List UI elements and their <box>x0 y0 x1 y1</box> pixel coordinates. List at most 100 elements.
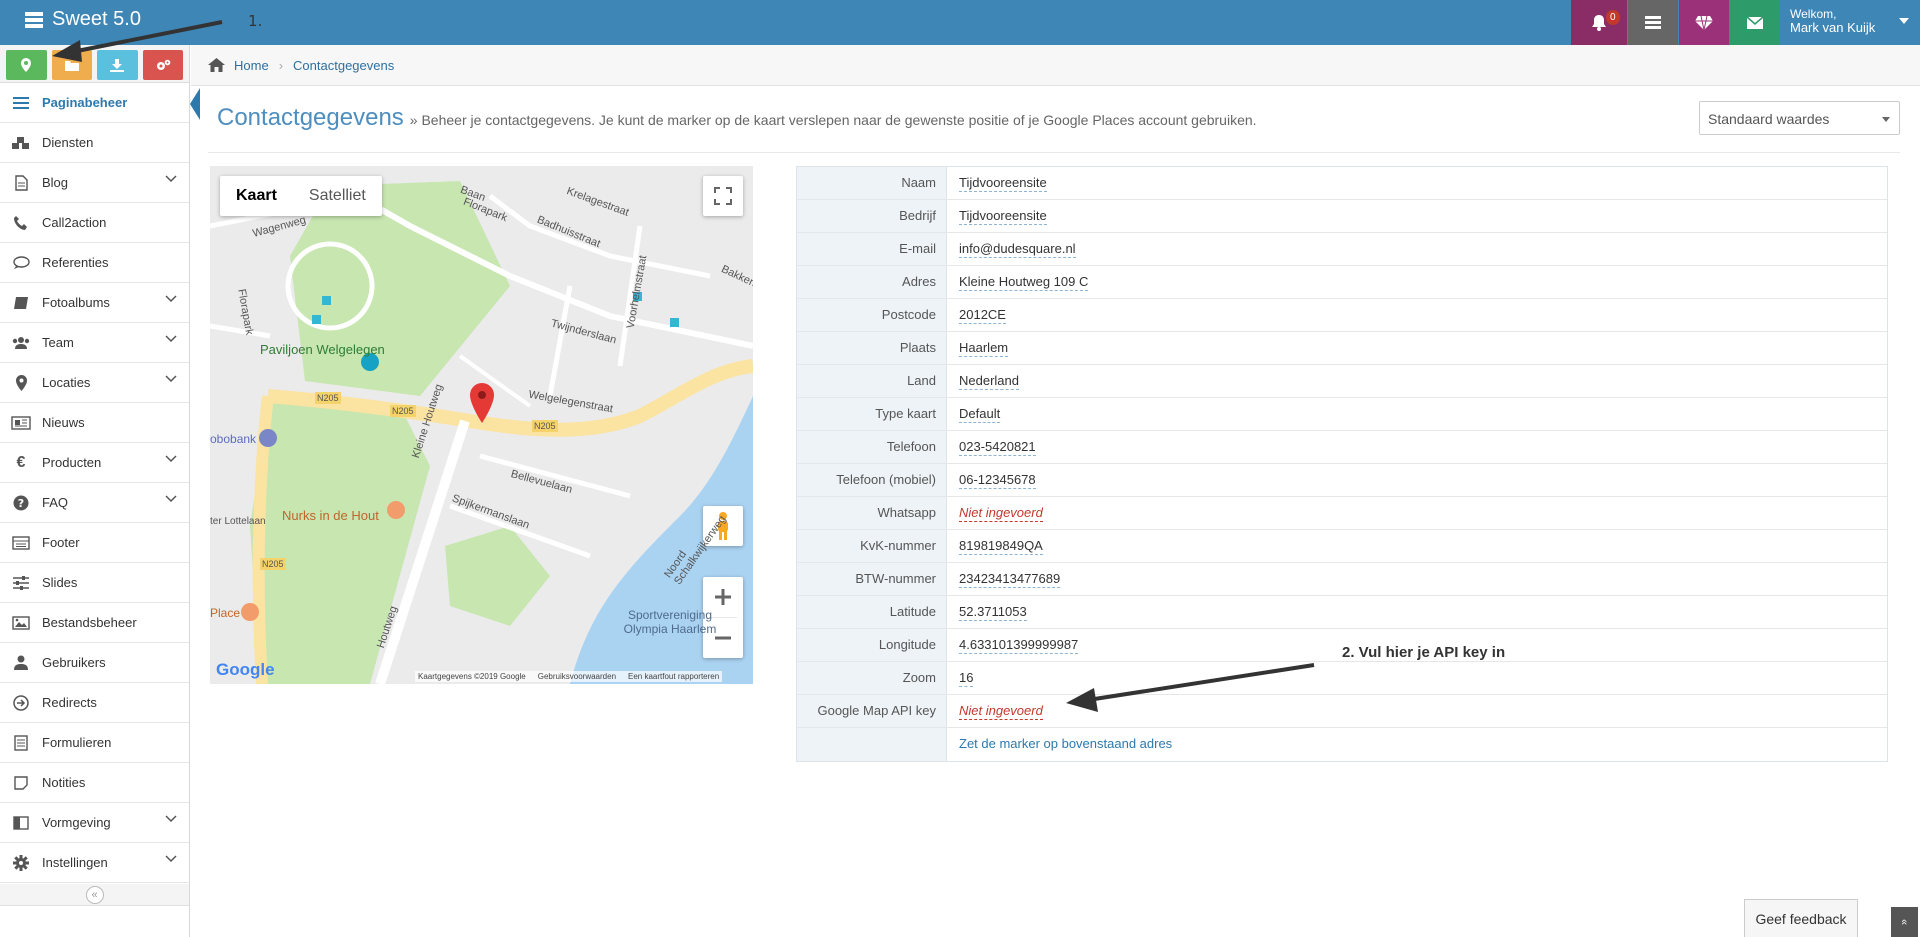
editable-value[interactable]: Default <box>959 406 1001 423</box>
map-report-link[interactable]: Een kaartfout rapporteren <box>628 672 719 681</box>
notifications-button[interactable]: 0 <box>1571 0 1627 45</box>
bell-icon <box>1592 15 1606 31</box>
map-marker-pin-icon[interactable] <box>470 383 494 423</box>
editable-value[interactable]: info@dudesquare.nl <box>959 241 1076 258</box>
editable-value[interactable]: 819819849QA <box>959 538 1043 555</box>
row-label-empty <box>797 728 947 761</box>
quick-settings-button[interactable] <box>142 50 183 80</box>
sidebar-item-label: Slides <box>42 575 78 590</box>
editable-value[interactable]: 23423413477689 <box>959 571 1061 588</box>
row-value[interactable]: Niet ingevoerd <box>947 497 1043 529</box>
feedback-button[interactable]: Geef feedback <box>1744 899 1858 937</box>
stack-button[interactable] <box>1628 0 1678 45</box>
map-label: ter Lottelaan <box>210 516 266 527</box>
row-value[interactable]: info@dudesquare.nl <box>947 233 1076 265</box>
api-key-value-empty[interactable]: Niet ingevoerd <box>959 703 1043 720</box>
users-icon <box>11 334 31 352</box>
row-value[interactable]: Kleine Houtweg 109 C <box>947 266 1089 298</box>
table-row: Postcode 2012CE <box>797 299 1887 332</box>
scroll-top-button[interactable]: « <box>1891 907 1918 937</box>
editable-value[interactable]: Tijdvooreensite <box>959 175 1047 192</box>
sidebar-item-referenties[interactable]: Referenties <box>0 243 189 283</box>
row-value[interactable]: 23423413477689 <box>947 563 1061 595</box>
sidebar-item-formulieren[interactable]: Formulieren <box>0 723 189 763</box>
user-menu[interactable]: Welkom, Mark van Kuijk <box>1790 7 1875 35</box>
sidebar-item-fotoalbums[interactable]: Fotoalbums <box>0 283 189 323</box>
sliders-icon <box>11 574 31 592</box>
sidebar-item-redirects[interactable]: Redirects <box>0 683 189 723</box>
editable-value[interactable]: Haarlem <box>959 340 1009 357</box>
editable-value[interactable]: 06-12345678 <box>959 472 1036 489</box>
messages-button[interactable] <box>1730 0 1780 45</box>
row-value[interactable]: 16 <box>947 662 974 694</box>
fullscreen-icon <box>714 187 732 205</box>
row-value[interactable]: 52.3711053 <box>947 596 1027 628</box>
row-label: Google Map API key <box>797 695 947 727</box>
sidebar-item-bestandsbeheer[interactable]: Bestandsbeheer <box>0 603 189 643</box>
sidebar-item-notities[interactable]: Notities <box>0 763 189 803</box>
row-value[interactable]: Niet ingevoerd <box>947 695 1043 727</box>
sidebar-item-label: Paginabeheer <box>42 95 128 110</box>
download-icon <box>110 58 125 72</box>
row-value[interactable]: Default <box>947 398 1001 430</box>
fullscreen-button[interactable] <box>703 176 743 216</box>
preset-select[interactable]: Standaard waardes <box>1699 101 1900 135</box>
table-row: Telefoon (mobiel) 06-12345678 <box>797 464 1887 497</box>
caret-down-icon[interactable] <box>1899 18 1909 24</box>
sidebar-item-label: Footer <box>42 535 80 550</box>
sidebar-item-label: Referenties <box>42 255 109 270</box>
map-label: obobank <box>210 432 257 446</box>
quick-buttons <box>0 45 189 83</box>
quick-folder-button[interactable] <box>51 50 92 80</box>
sidebar-item-gebruikers[interactable]: Gebruikers <box>0 643 189 683</box>
map-type-kaart[interactable]: Kaart <box>220 176 293 216</box>
sidebar-item-nieuws[interactable]: Nieuws <box>0 403 189 443</box>
sidebar-item-producten[interactable]: € Producten <box>0 443 189 483</box>
row-value[interactable]: Tijdvooreensite <box>947 200 1047 232</box>
editable-value[interactable]: Kleine Houtweg 109 C <box>959 274 1089 291</box>
sidebar-collapse-bar: « <box>0 884 189 906</box>
row-value[interactable]: Tijdvooreensite <box>947 167 1047 199</box>
map-terms-link[interactable]: Gebruiksvoorwaarden <box>538 672 616 681</box>
sidebar-item-instellingen[interactable]: Instellingen <box>0 843 189 883</box>
sidebar-item-paginabeheer[interactable]: Paginabeheer <box>0 83 200 123</box>
editable-value[interactable]: Nederland <box>959 373 1019 390</box>
user-name: Mark van Kuijk <box>1790 20 1876 35</box>
row-value[interactable]: 819819849QA <box>947 530 1043 562</box>
editable-value-empty[interactable]: Niet ingevoerd <box>959 505 1043 522</box>
sidebar-item-blog[interactable]: Blog <box>0 163 189 203</box>
sidebar-item-slides[interactable]: Slides <box>0 563 189 603</box>
sidebar-item-label: Team <box>42 335 74 350</box>
row-value[interactable]: 4.633101399999987 <box>947 629 1079 661</box>
map-type-satelliet[interactable]: Satelliet <box>293 176 382 216</box>
editable-value[interactable]: 2012CE <box>959 307 1006 324</box>
sidebar-item-call2action[interactable]: Call2action <box>0 203 189 243</box>
editable-value[interactable]: 16 <box>959 670 974 687</box>
row-value[interactable]: 06-12345678 <box>947 464 1036 496</box>
app-brand[interactable]: Sweet 5.0 <box>24 8 141 31</box>
sidebar-item-label: Redirects <box>42 695 97 710</box>
quick-download-button[interactable] <box>97 50 138 80</box>
row-value[interactable]: Haarlem <box>947 332 1009 364</box>
sidebar-item-label: Bestandsbeheer <box>42 615 137 630</box>
row-value[interactable]: 2012CE <box>947 299 1006 331</box>
collapse-sidebar-icon[interactable]: « <box>85 885 104 904</box>
sidebar-item-diensten[interactable]: Diensten <box>0 123 189 163</box>
sidebar-item-vormgeving[interactable]: Vormgeving <box>0 803 189 843</box>
premium-button[interactable] <box>1679 0 1729 45</box>
editable-value[interactable]: Tijdvooreensite <box>959 208 1047 225</box>
editable-value[interactable]: 4.633101399999987 <box>959 637 1079 654</box>
breadcrumb-home[interactable]: Home <box>234 58 269 73</box>
page-title: Contactgegevens <box>217 104 404 131</box>
sidebar-item-faq[interactable]: ? FAQ <box>0 483 189 523</box>
editable-value[interactable]: 023-5420821 <box>959 439 1036 456</box>
quick-location-button[interactable] <box>6 50 47 80</box>
sidebar-item-footer[interactable]: Footer <box>0 523 189 563</box>
editable-value[interactable]: 52.3711053 <box>959 604 1027 621</box>
google-map[interactable]: Kaart Satelliet Paviljoen Welgelegen Nur… <box>210 166 753 684</box>
row-value[interactable]: 023-5420821 <box>947 431 1036 463</box>
sidebar-item-team[interactable]: Team <box>0 323 189 363</box>
set-marker-link[interactable]: Zet de marker op bovenstaand adres <box>959 736 1172 751</box>
sidebar-item-locaties[interactable]: Locaties <box>0 363 189 403</box>
row-value[interactable]: Nederland <box>947 365 1019 397</box>
